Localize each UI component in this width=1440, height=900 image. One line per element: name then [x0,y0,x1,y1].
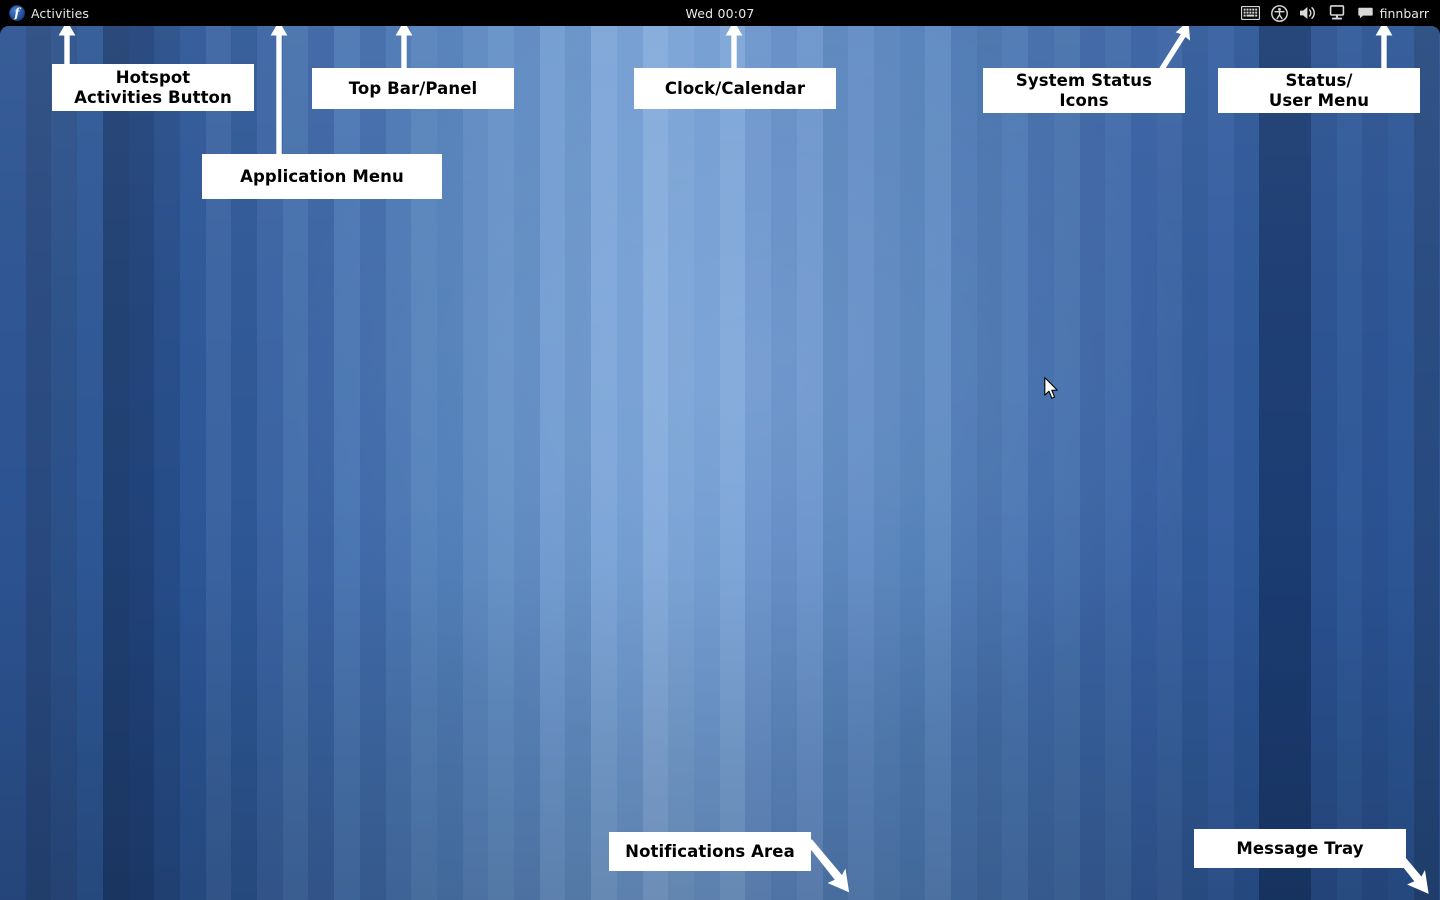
wallpaper-stripe [462,26,489,900]
arrow-hotspot-activities [58,20,76,69]
wallpaper-stripe [796,26,823,900]
wallpaper-stripe [77,26,103,900]
wallpaper-stripe [539,26,566,900]
wallpaper-stripe [1310,26,1337,900]
top-bar-panel: f Activities Wed 00:07 finnbarr [0,0,1440,26]
wallpaper-stripe [565,26,592,900]
arrow-application-menu [270,20,288,157]
wallpaper-stripe [848,26,874,900]
wallpaper-stripe [1362,26,1388,900]
chat-bubble-icon [1357,7,1373,19]
wallpaper-stripe [873,26,900,900]
activities-label: Activities [31,5,90,21]
wallpaper-stripe [1208,26,1234,900]
annotation-notifications-area: Notifications Area [609,832,811,871]
wallpaper-stripe [1182,26,1209,900]
wallpaper-stripe [693,26,720,900]
annotation-hotspot-activities-button: Hotspot Activities Button [52,64,254,111]
keyboard-icon[interactable] [1236,0,1265,26]
wallpaper-stripe [1028,26,1054,900]
wallpaper-stripe [1002,26,1029,900]
wallpaper-stripe [745,26,772,900]
arrow-status-user-menu [1375,20,1393,71]
fedora-logo-icon: f [9,5,25,21]
wallpaper-stripe [1259,26,1286,900]
wallpaper-stripe [1387,26,1414,900]
wallpaper-stripe [899,26,926,900]
wallpaper-stripe [1233,26,1260,900]
wallpaper-stripe [25,26,52,900]
system-status-area: finnbarr [1236,0,1440,26]
annotation-system-status-icons: System Status Icons [983,68,1185,113]
wallpaper-stripe [642,26,669,900]
wallpaper-stripe [1105,26,1131,900]
wallpaper-stripe [1156,26,1183,900]
wallpaper-stripe [51,26,78,900]
wallpaper-stripe [488,26,515,900]
volume-icon[interactable] [1294,0,1323,26]
wallpaper-stripe [951,26,977,900]
wallpaper-stripe [1130,26,1157,900]
wallpaper-stripe [154,26,180,900]
network-wired-icon[interactable] [1323,0,1352,26]
wallpaper-stripe [925,26,952,900]
wallpaper-stripe [1336,26,1363,900]
wallpaper-stripe [616,26,643,900]
arrow-clock-calendar [725,20,743,71]
annotation-message-tray: Message Tray [1194,829,1406,868]
user-status-menu[interactable]: finnbarr [1352,0,1431,26]
wallpaper-stripe [0,26,26,900]
wallpaper-stripe [102,26,129,900]
annotation-top-bar-panel: Top Bar/Panel [312,68,514,109]
arrow-top-bar-panel [395,20,413,71]
wallpaper-stripe [1413,26,1440,900]
activities-button[interactable]: f Activities [0,0,97,26]
wallpaper-stripe [719,26,746,900]
wallpaper-stripe [771,26,797,900]
wallpaper-stripe [591,26,617,900]
username-label: finnbarr [1379,5,1429,21]
wallpaper-stripe [1285,26,1311,900]
wallpaper-stripe [668,26,694,900]
annotation-clock-calendar: Clock/Calendar [634,68,836,109]
wallpaper-stripe [1053,26,1080,900]
wallpaper-stripe [822,26,849,900]
annotation-application-menu: Application Menu [202,154,442,199]
wallpaper-stripe [514,26,540,900]
fedora-logo-glyph: f [14,6,20,20]
annotation-status-user-menu: Status/ User Menu [1218,68,1420,113]
wallpaper-stripe [1079,26,1106,900]
desktop-screen: f Activities Wed 00:07 finnbarr Hotspot … [0,0,1440,900]
clock-button[interactable]: Wed 00:07 [685,6,754,21]
mouse-cursor [1044,377,1058,399]
clock-calendar-area: Wed 00:07 [0,0,1440,26]
wallpaper-stripe [976,26,1003,900]
wallpaper-stripe [128,26,155,900]
accessibility-icon[interactable] [1265,0,1294,26]
